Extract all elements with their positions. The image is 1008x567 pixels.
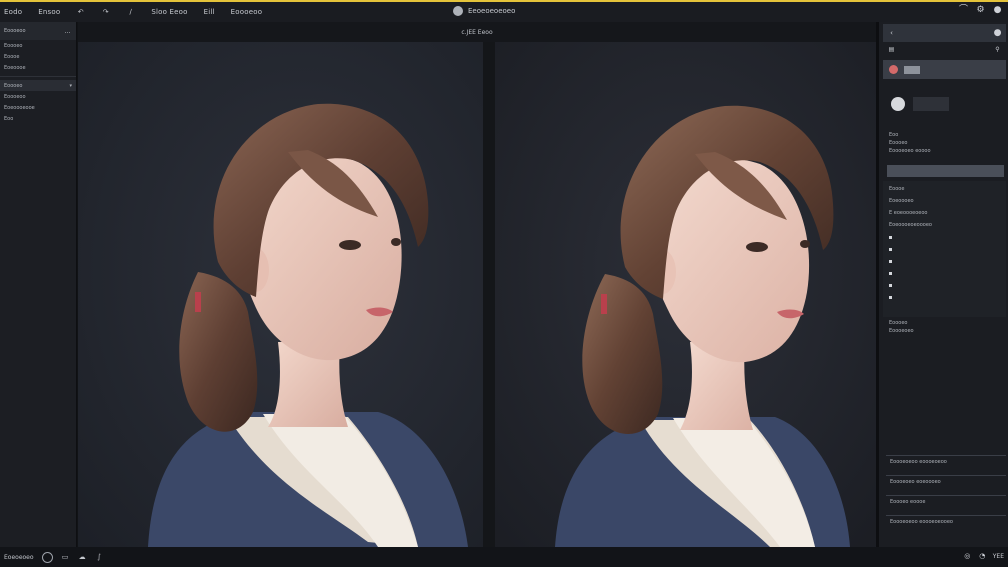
list-item[interactable] [889,231,1000,243]
brush-icon[interactable]: ⌒ [959,6,968,15]
layers-icon[interactable]: ▤ [887,45,896,54]
chevron-left-icon[interactable]: ‹ [887,29,896,38]
list-header: Eoooe [889,183,1000,195]
document-title-text: Eeoeoeoeoeo [468,7,516,15]
brush-tool-icon[interactable]: ∕ [126,8,135,17]
list-item[interactable] [889,291,1000,303]
lower-properties: Eoooeo Eoooeoeo [883,317,1006,337]
left-panel-row[interactable]: Eoooeoo [0,91,76,102]
list-item[interactable]: E eoeoooeoeoo [889,207,1000,219]
chevron-down-icon: ▾ [69,82,72,89]
canvas-title-bar: c.JEE Eeoo [78,22,876,42]
menu-bar: Eodo Ensoo ↶ ↷ ∕ Sloo Eeoo Eill Eoooeoo [0,8,262,17]
left-panel-row[interactable]: Eoooeo [0,40,76,51]
layer-thumbnail [904,65,920,74]
record-icon [889,65,898,74]
list-item-label: E eoeoooeoeoo [889,210,928,216]
menu-item-1[interactable]: Eodo [4,8,22,16]
pin-icon[interactable]: ⚲ [993,45,1002,54]
left-row-label: Eoooeoo [4,93,26,100]
avatar [891,97,905,111]
right-panel: ‹ ● ▤ ⚲ Eoo Eoooeo Eoooeoeo eoooo Eoooe … [876,22,1008,547]
list-header-label: Eoooe [889,186,905,192]
left-row-label: Eoooe [4,53,20,60]
left-panel-row[interactable]: Eoo [0,113,76,124]
bottom-list-item[interactable]: Eoooeoeoo eoooeoeoo [886,455,1006,475]
left-panel: Eoooeoo … Eoooeo Eoooe Eoeoooe Eoooeo ▾ E… [0,22,77,547]
properties-block: Eoo Eoooeo Eoooeoeo eoooo [883,129,1006,157]
property-line: Eoo [889,132,899,138]
left-panel-header[interactable]: Eoooeoo … [0,22,76,40]
document-icon [453,6,463,16]
list-item[interactable] [889,279,1000,291]
left-panel-row[interactable]: Eoooe [0,51,76,62]
camera-icon[interactable]: ▭ [61,553,70,562]
left-row-label: Eoo [4,115,14,122]
bullet-icon [889,271,892,275]
right-panel-toolbar: ▤ ⚲ [883,42,1006,56]
cloud-icon[interactable]: ☁ [78,553,87,562]
record-button[interactable] [41,551,53,563]
document-title[interactable]: Eeoeoeoeoeo [453,6,515,16]
property-line: Eoooeo [889,140,908,146]
account-icon[interactable]: ● [993,6,1002,15]
adjustment-list: Eoooe Eoeoooeo E eoeoooeoeoo Eoeoooeoeoo… [883,181,1006,317]
brush-icon[interactable]: ∫ [95,553,104,562]
canvas-viewport-right[interactable] [495,42,876,547]
canvas-title: c.JEE Eeoo [461,28,493,36]
bottom-list-item[interactable]: Eoooeo eoooe [886,495,1006,515]
left-row-label: Eoeoooeooe [4,104,35,111]
left-panel-row[interactable]: Eoeoooe [0,62,76,73]
bullet-icon [889,295,892,299]
left-panel-title: Eoooeoo [4,28,26,34]
divider [0,76,76,77]
bottom-list-item[interactable]: Eoooeoeo eoeoooeo [886,475,1006,495]
globe-icon[interactable]: ◎ [963,552,972,561]
bullet-icon [889,259,892,263]
status-right-text: YEE [992,553,1004,560]
chat-icon[interactable]: ◔ [978,552,987,561]
menu-item-2[interactable]: Ensoo [38,8,60,16]
list-item[interactable]: Eoeoooeo [889,195,1000,207]
left-row-label: Eoooeo [4,42,23,49]
left-panel-row-selected[interactable]: Eoooeo ▾ [0,80,76,91]
bullet-icon [889,247,892,251]
property-line: Eoooeo [889,320,908,326]
redo-icon[interactable]: ↷ [101,8,110,17]
list-item[interactable] [889,255,1000,267]
bottom-list-item[interactable]: Eoooeoeoo eoooeoeooeo [886,515,1006,535]
left-row-label: Eoooeo [4,82,23,89]
viewport-divider[interactable] [483,42,495,547]
left-row-label: Eoeoooe [4,64,26,71]
list-item-label: Eoeoooeo [889,198,914,204]
status-bar: Eoeoeoeo ▭ ☁ ∫ ◎ ◔ YEE [0,547,1008,567]
property-line: Eoooeoeo eoooo [889,148,931,154]
selected-field[interactable] [887,165,1004,177]
portrait-image-right [495,42,876,547]
profile-name-placeholder [913,97,949,111]
canvas-viewport-left[interactable] [78,42,483,547]
bottom-list: Eoooeoeoo eoooeoeoo Eoooeoeo eoeoooeo Eo… [886,455,1006,535]
property-line: Eoooeoeo [889,328,914,334]
menu-item-3[interactable]: Sloo Eeoo [151,8,187,16]
layer-section-header[interactable] [883,60,1006,79]
undo-icon[interactable]: ↶ [76,8,85,17]
list-item[interactable] [889,267,1000,279]
top-bar: Eodo Ensoo ↶ ↷ ∕ Sloo Eeoo Eill Eoooeoo … [0,0,1008,22]
bullet-icon [889,283,892,287]
status-text: Eoeoeoeo [4,553,34,561]
portrait-image-left [78,42,483,547]
list-item-label: Eoeoooeoeoooeo [889,222,932,228]
bullet-icon [889,235,892,239]
left-panel-row[interactable]: Eoeoooeooe [0,102,76,113]
list-item[interactable]: Eoeoooeoeoooeo [889,219,1000,231]
menu-item-5[interactable]: Eoooeoo [231,8,263,16]
settings-icon[interactable]: ⚙ [976,6,985,15]
profile-row[interactable] [883,79,1006,129]
menu-item-4[interactable]: Eill [204,8,215,16]
list-item[interactable] [889,243,1000,255]
right-panel-header[interactable]: ‹ ● [883,24,1006,42]
collapse-icon[interactable]: … [63,27,72,36]
toggle-icon[interactable]: ● [993,28,1002,38]
